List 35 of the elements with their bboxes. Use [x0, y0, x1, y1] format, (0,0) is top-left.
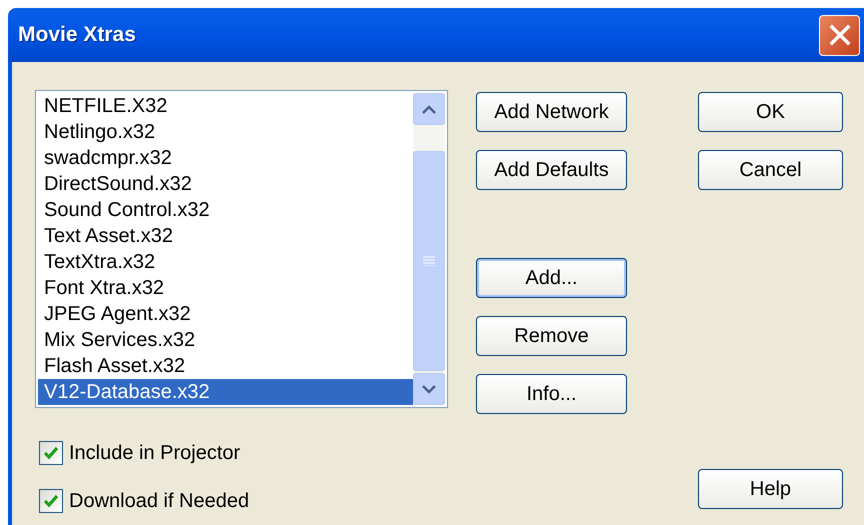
dialog-button[interactable]: Add Network [476, 92, 627, 132]
list-item[interactable]: TextXtra.x32 [38, 249, 413, 275]
checkbox[interactable] [39, 489, 63, 513]
grip-icon [423, 256, 435, 266]
close-icon [828, 24, 850, 46]
list-item[interactable]: V12-Database.x32 [38, 379, 413, 405]
close-button[interactable] [819, 14, 860, 56]
checkmark-icon [43, 494, 59, 508]
list-item[interactable]: JPEG Agent.x32 [38, 301, 413, 327]
checkbox-label: Include in Projector [69, 441, 240, 466]
window-title: Movie Xtras [18, 22, 136, 48]
dialog-button[interactable]: Remove [476, 316, 627, 356]
list-item[interactable]: Text Asset.x32 [38, 223, 413, 249]
help-button[interactable]: Help [698, 469, 843, 509]
checkbox-label: Download if Needed [69, 489, 250, 514]
scroll-up-button[interactable] [413, 93, 445, 125]
list-item[interactable]: Mix Services.x32 [38, 327, 413, 353]
dialog-button[interactable]: Add... [476, 258, 627, 298]
dialog-button[interactable]: OK [698, 92, 843, 132]
list-item[interactable]: Sound Control.x32 [38, 197, 413, 223]
checkmark-icon [43, 446, 59, 460]
list-item[interactable]: Font Xtra.x32 [38, 275, 413, 301]
list-item[interactable]: swadcmpr.x32 [38, 145, 413, 171]
checkbox[interactable] [39, 441, 63, 465]
dialog-button[interactable]: Info... [476, 374, 627, 414]
list-item[interactable]: Flash Asset.x32 [38, 353, 413, 379]
chevron-up-icon [422, 104, 436, 114]
scroll-down-button[interactable] [413, 373, 445, 405]
dialog-button[interactable]: Cancel [698, 150, 843, 190]
chevron-down-icon [422, 384, 436, 394]
dialog-button[interactable]: Add Defaults [476, 150, 627, 190]
scrollbar-thumb[interactable] [413, 151, 445, 371]
list-item[interactable]: DirectSound.x32 [38, 171, 413, 197]
list-item[interactable]: Netlingo.x32 [38, 119, 413, 145]
list-item[interactable]: NETFILE.X32 [38, 93, 413, 119]
